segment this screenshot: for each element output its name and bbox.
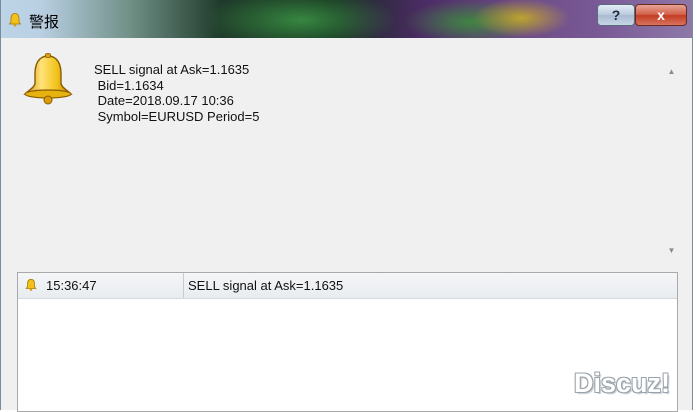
list-item[interactable]: 15:36:47 SELL signal at Ask=1.1635: [18, 273, 677, 299]
window-title: 警报: [29, 13, 60, 31]
alert-details-panel: SELL signal at Ask=1.1635 Bid=1.1634 Dat…: [11, 40, 685, 266]
alert-line-date: Date=2018.09.17 10:36: [94, 93, 234, 108]
bell-icon: [8, 13, 22, 27]
scroll-down-arrow-icon[interactable]: ▼: [667, 246, 676, 255]
alert-line-signal: SELL signal at Ask=1.1635: [94, 62, 250, 77]
alert-window: 警报 ? x SELL signal at Ask=1.1635 Bid=1.1…: [0, 0, 693, 412]
alert-line-bid: Bid=1.1634: [94, 77, 164, 93]
watermark: Discuz!: [574, 368, 671, 398]
bell-icon: [23, 53, 73, 105]
alert-time: 15:36:47: [46, 278, 97, 293]
alert-list-message: SELL signal at Ask=1.1635: [188, 278, 344, 293]
title-bar[interactable]: 警报 ? x: [1, 0, 692, 38]
close-button[interactable]: x: [635, 4, 687, 26]
scroll-up-arrow-icon[interactable]: ▲: [667, 67, 676, 76]
alert-message: SELL signal at Ask=1.1635 Bid=1.1634 Dat…: [94, 62, 259, 124]
column-divider: [183, 273, 184, 298]
help-button[interactable]: ?: [597, 4, 635, 26]
alert-line-symbol: Symbol=EURUSD Period=5: [94, 108, 260, 124]
bell-icon: [25, 278, 37, 291]
